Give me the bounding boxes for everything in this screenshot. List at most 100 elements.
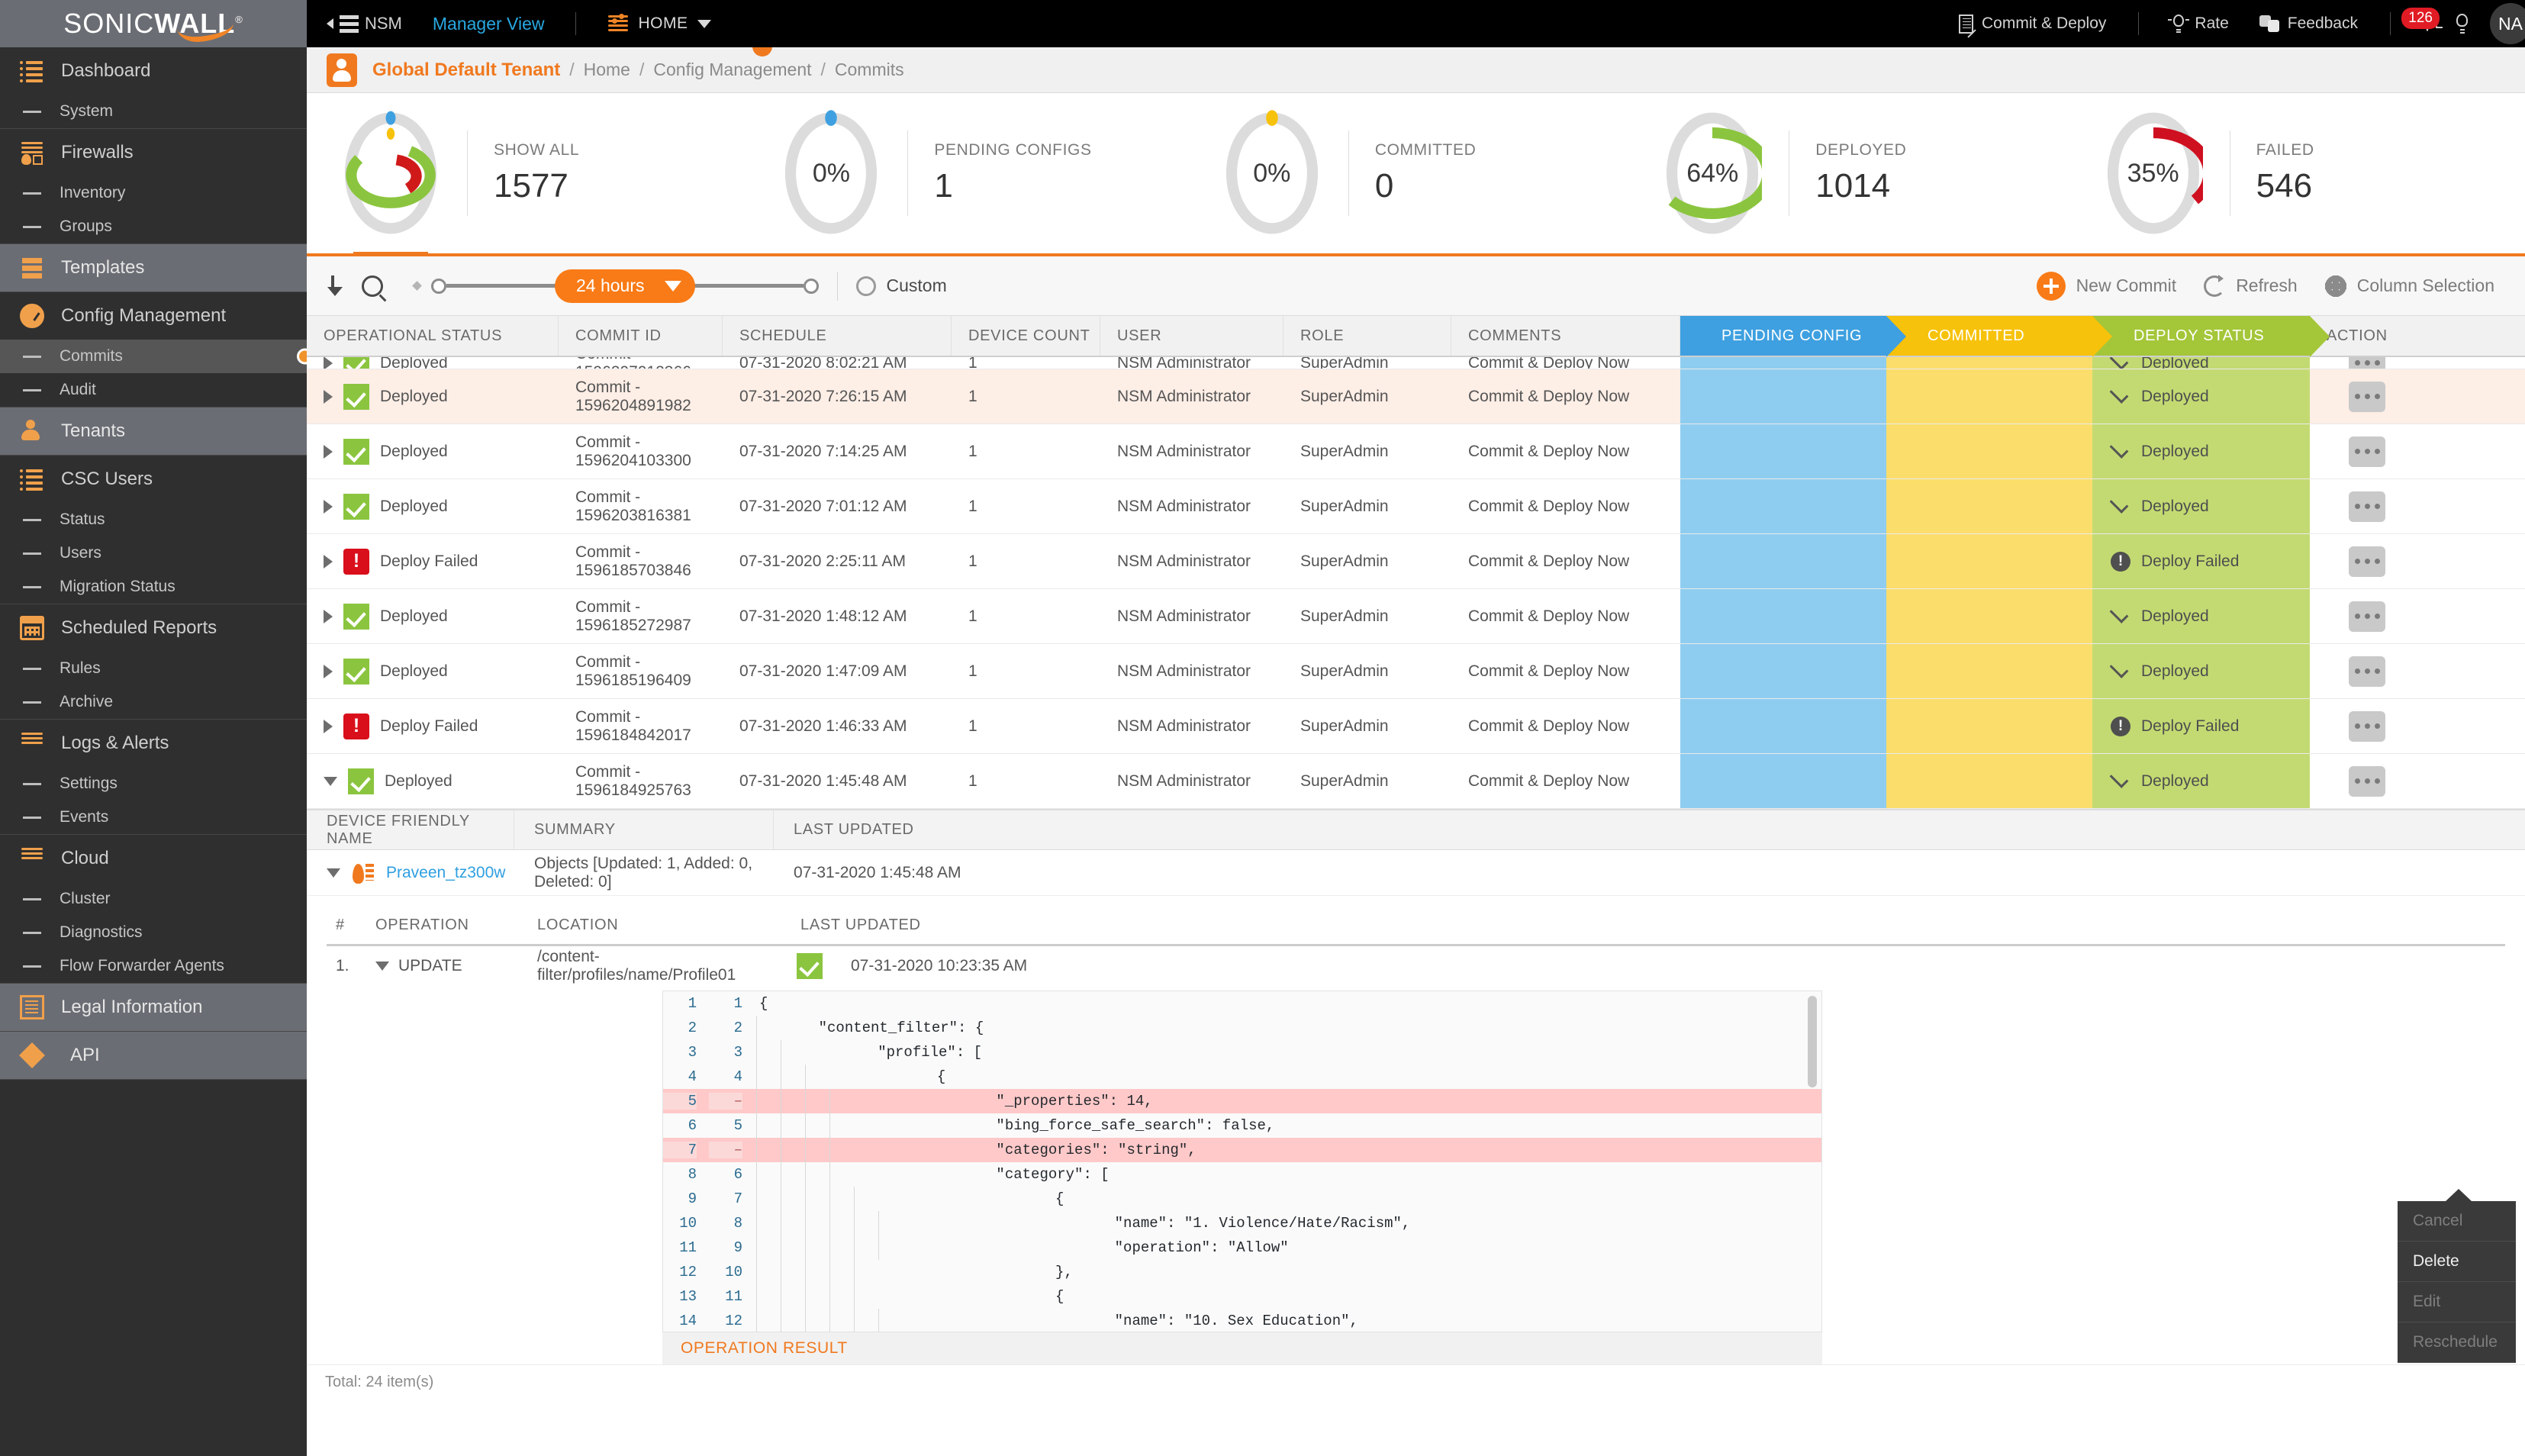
slider-handle-right[interactable] bbox=[803, 278, 819, 294]
feedback-button[interactable]: Feedback bbox=[2244, 14, 2373, 33]
table-row[interactable]: Deployed Commit - 1596185272987 07-31-20… bbox=[307, 589, 2525, 644]
expand-row-icon[interactable] bbox=[324, 389, 333, 404]
column-header-operational-status[interactable]: OPERATIONAL STATUS bbox=[307, 316, 559, 356]
sidebar-item-csc-users[interactable]: CSC Users bbox=[0, 456, 307, 503]
column-header-last-updated[interactable]: LAST UPDATED bbox=[791, 916, 1097, 934]
table-row-expanded[interactable]: Deployed Commit - 1596184925763 07-31-20… bbox=[307, 754, 2525, 809]
column-header-deploy-status[interactable]: DEPLOY STATUS bbox=[2092, 316, 2330, 357]
notifications-button[interactable]: 126 bbox=[2401, 8, 2443, 31]
sidebar-item-groups[interactable]: Groups bbox=[0, 210, 307, 243]
sidebar-item-logs-and-alerts[interactable]: Logs & Alerts bbox=[0, 720, 307, 767]
row-actions-button[interactable] bbox=[2349, 710, 2385, 742]
sidebar-item-templates[interactable]: Templates bbox=[0, 244, 307, 292]
column-header-device-count[interactable]: DEVICE COUNT bbox=[952, 316, 1100, 356]
row-actions-button[interactable] bbox=[2349, 765, 2385, 797]
sidebar-item-flow-forwarder-agents[interactable]: Flow Forwarder Agents bbox=[0, 949, 307, 983]
table-row[interactable]: Deployed Commit - 1596204103300 07-31-20… bbox=[307, 424, 2525, 479]
row-actions-button[interactable] bbox=[2349, 656, 2385, 687]
context-menu-item-edit[interactable]: Edit bbox=[2398, 1282, 2516, 1322]
collapse-device-icon[interactable] bbox=[327, 868, 340, 878]
sidebar-item-settings[interactable]: Settings bbox=[0, 767, 307, 800]
device-row[interactable]: Praveen_tz300w Objects [Updated: 1, Adde… bbox=[307, 850, 2525, 896]
collapse-sidebar-button[interactable]: NSM bbox=[327, 14, 402, 34]
refresh-button[interactable]: Refresh bbox=[2204, 274, 2298, 297]
column-header-committed[interactable]: COMMITTED bbox=[1886, 316, 2112, 357]
sidebar-item-inventory[interactable]: Inventory bbox=[0, 176, 307, 210]
collapse-row-icon[interactable] bbox=[324, 776, 337, 786]
kpi-show-all[interactable]: SHOW ALL 1577 bbox=[314, 93, 755, 253]
sidebar-item-firewalls[interactable]: Firewalls bbox=[0, 129, 307, 176]
expand-row-icon[interactable] bbox=[324, 664, 333, 678]
sidebar-item-diagnostics[interactable]: Diagnostics bbox=[0, 916, 307, 949]
sidebar-item-events[interactable]: Events bbox=[0, 800, 307, 834]
context-menu-item-delete[interactable]: Delete bbox=[2398, 1242, 2516, 1282]
rate-button[interactable]: Rate bbox=[2156, 14, 2243, 34]
context-menu-item-cancel[interactable]: Cancel bbox=[2398, 1201, 2516, 1242]
json-diff-viewer[interactable]: 1 1{ 22 "content_filter": { 33 "profile":… bbox=[662, 991, 1822, 1332]
kpi-deployed[interactable]: 64% DEPLOYED 1014 bbox=[1636, 93, 2076, 253]
breadcrumb-commits[interactable]: Commits bbox=[835, 60, 904, 80]
time-range-slider[interactable]: 24 hours bbox=[412, 269, 819, 303]
sidebar-item-audit[interactable]: Audit bbox=[0, 373, 307, 407]
device-name-link[interactable]: Praveen_tz300w bbox=[386, 864, 505, 882]
sidebar-item-scheduled-reports[interactable]: Scheduled Reports bbox=[0, 604, 307, 652]
sidebar-item-legal-information[interactable]: Legal Information bbox=[0, 984, 307, 1031]
help-icon[interactable] bbox=[2455, 13, 2470, 34]
sidebar-item-archive[interactable]: Archive bbox=[0, 685, 307, 719]
expand-row-icon[interactable] bbox=[324, 499, 333, 514]
sidebar-item-api[interactable]: API bbox=[0, 1032, 307, 1079]
column-header-operation[interactable]: OPERATION bbox=[366, 916, 528, 934]
expand-row-icon[interactable] bbox=[324, 554, 333, 569]
expand-row-icon[interactable] bbox=[324, 444, 333, 459]
breadcrumb-tenant[interactable]: Global Default Tenant bbox=[372, 60, 560, 81]
table-row[interactable]: Deploy Failed Commit - 1596185703846 07-… bbox=[307, 534, 2525, 589]
kpi-committed[interactable]: 0% COMMITTED 0 bbox=[1196, 93, 1636, 253]
column-header-last-updated[interactable]: LAST UPDATED bbox=[774, 810, 2525, 849]
breadcrumb-config-management[interactable]: Config Management bbox=[653, 60, 811, 80]
slider-handle-left[interactable] bbox=[431, 278, 446, 294]
sidebar-item-cloud[interactable]: Cloud bbox=[0, 835, 307, 882]
sidebar-item-rules[interactable]: Rules bbox=[0, 652, 307, 685]
row-actions-button[interactable] bbox=[2349, 357, 2385, 369]
new-commit-button[interactable]: New Commit bbox=[2036, 271, 2176, 301]
table-row[interactable]: Deploy Failed Commit - 1596184842017 07-… bbox=[307, 699, 2525, 754]
column-header-role[interactable]: ROLE bbox=[1283, 316, 1451, 356]
custom-range-radio[interactable] bbox=[855, 275, 876, 296]
row-actions-button[interactable] bbox=[2349, 491, 2385, 522]
table-row[interactable]: Deployed Commit - 1596185196409 07-31-20… bbox=[307, 644, 2525, 699]
sidebar-item-migration-status[interactable]: Migration Status bbox=[0, 570, 307, 604]
row-actions-button[interactable] bbox=[2349, 436, 2385, 467]
search-icon[interactable] bbox=[362, 275, 383, 297]
table-row[interactable]: Deployed Commit - 1596207012366 07-31-20… bbox=[307, 357, 2525, 369]
sidebar-item-config-management[interactable]: Config Management bbox=[0, 292, 307, 340]
expand-row-icon[interactable] bbox=[324, 357, 333, 369]
sidebar-item-commits[interactable]: Commits bbox=[0, 340, 307, 373]
filter-icon[interactable] bbox=[325, 275, 345, 297]
context-menu-item-reschedule[interactable]: Reschedule bbox=[2398, 1322, 2516, 1363]
home-menu[interactable]: HOME bbox=[607, 12, 711, 35]
row-actions-button[interactable] bbox=[2349, 601, 2385, 632]
commit-and-deploy-button[interactable]: Commit & Deploy bbox=[1944, 14, 2121, 34]
column-header-comments[interactable]: COMMENTS bbox=[1451, 316, 1680, 356]
column-header-user[interactable]: USER bbox=[1100, 316, 1283, 356]
kpi-pending-configs[interactable]: 0% PENDING CONFIGS 1 bbox=[755, 93, 1195, 253]
collapse-operation-icon[interactable] bbox=[375, 962, 389, 971]
sidebar-item-users[interactable]: Users bbox=[0, 536, 307, 570]
sidebar-item-dashboard[interactable]: Dashboard bbox=[0, 47, 307, 95]
time-range-dropdown[interactable]: 24 hours bbox=[555, 269, 695, 303]
expand-row-icon[interactable] bbox=[324, 609, 333, 623]
column-header-commit-id[interactable]: COMMIT ID bbox=[559, 316, 723, 356]
column-header-location[interactable]: LOCATION bbox=[528, 916, 791, 934]
column-header-pending-config[interactable]: PENDING CONFIG bbox=[1680, 316, 1906, 357]
breadcrumb-home[interactable]: Home bbox=[584, 60, 630, 80]
table-row[interactable]: Deployed Commit - 1596204891982 07-31-20… bbox=[307, 369, 2525, 424]
table-row[interactable]: Deployed Commit - 1596203816381 07-31-20… bbox=[307, 479, 2525, 534]
sidebar-item-status[interactable]: Status bbox=[0, 503, 307, 536]
avatar[interactable]: NA bbox=[2490, 3, 2525, 44]
operation-result-section[interactable]: OPERATION RESULT bbox=[662, 1332, 1822, 1364]
operation-row[interactable]: 1. UPDATE /content-filter/profiles/name/… bbox=[327, 946, 2525, 986]
column-header-summary[interactable]: SUMMARY bbox=[514, 810, 774, 849]
row-actions-button[interactable] bbox=[2349, 381, 2385, 412]
column-header-schedule[interactable]: SCHEDULE bbox=[723, 316, 952, 356]
kpi-failed[interactable]: 35% FAILED 546 bbox=[2077, 93, 2517, 253]
